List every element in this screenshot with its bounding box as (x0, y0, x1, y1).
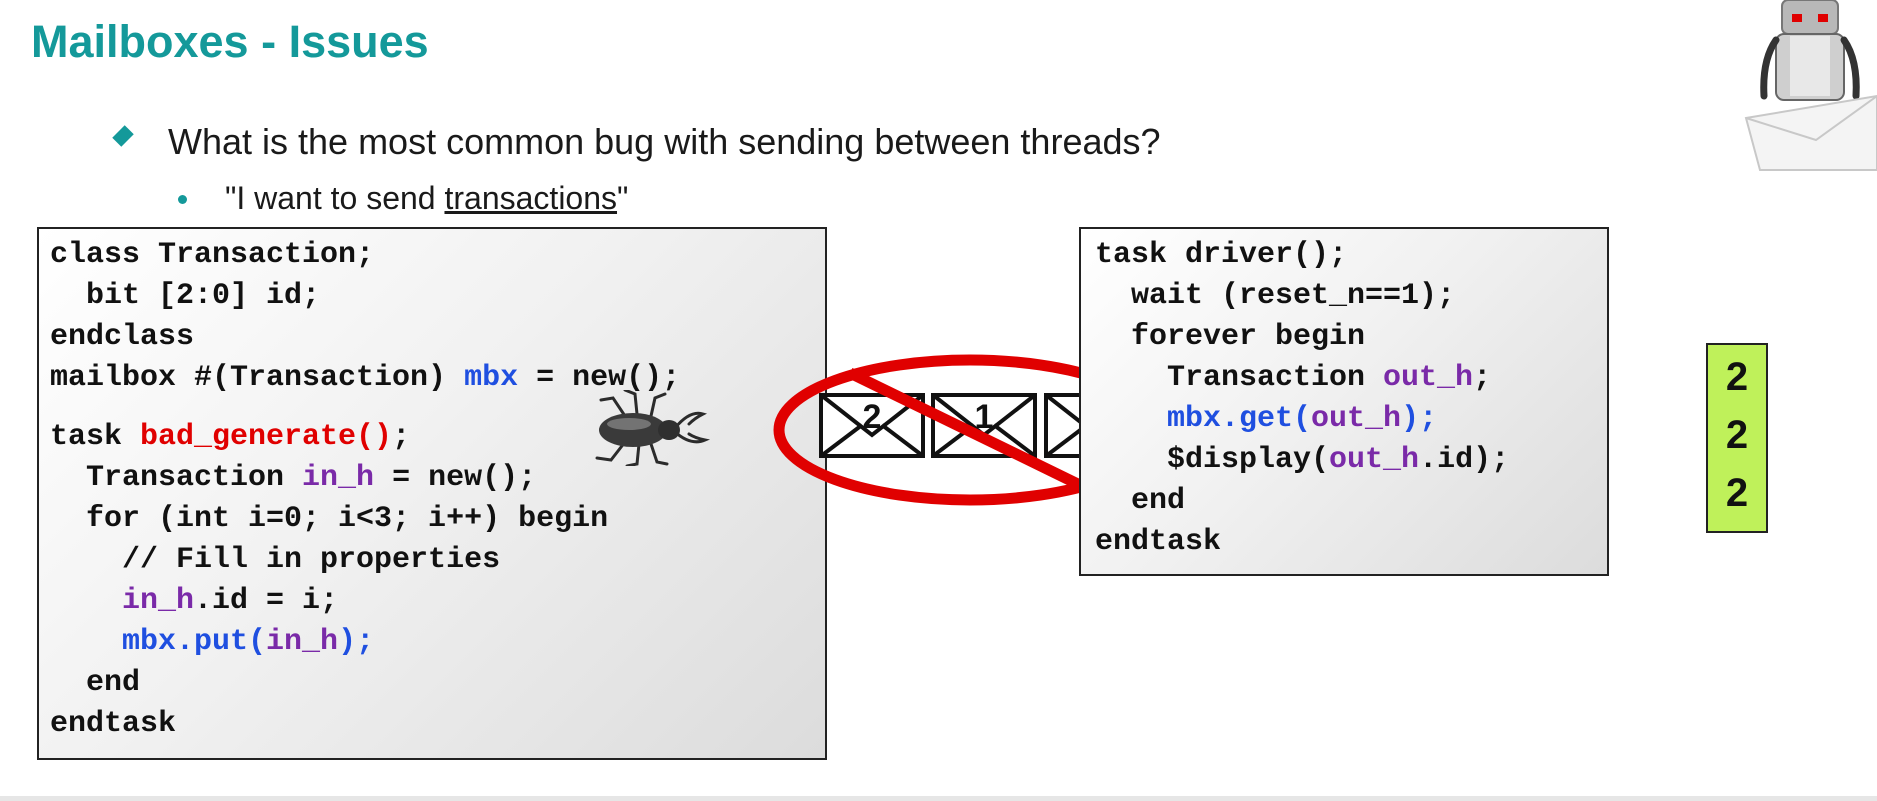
code-line: in_h.id = i; (122, 584, 339, 618)
code-line: $display(out_h.id); (1095, 443, 1510, 477)
driver-code: task driver(); wait (reset_n==1); foreve… (1095, 235, 1509, 563)
stag-beetle-bug-icon (595, 390, 711, 466)
code-line: Transaction out_h; (1095, 361, 1492, 395)
output-value: 2 (1725, 355, 1749, 399)
code-line: end (1095, 484, 1186, 518)
output-value: 2 (1725, 413, 1749, 457)
code-line: endtask (50, 707, 177, 741)
quote-suffix: " (617, 180, 629, 216)
code-line: endtask (1095, 525, 1222, 559)
code-line: wait (reset_n==1); (1095, 279, 1456, 313)
envelope-label: 2 (863, 398, 882, 436)
display-output-box: 2 2 2 (1706, 343, 1768, 533)
bullet-question: What is the most common bug with sending… (168, 121, 1161, 162)
generator-code: class Transaction; bit [2:0] id; endclas… (50, 235, 680, 399)
code-line: task driver(); (1095, 238, 1348, 272)
code-line: task bad_generate(); (50, 420, 411, 454)
code-line: class Transaction; (50, 238, 375, 272)
code-line: mbx.get(out_h); (1167, 402, 1438, 436)
diamond-bullet-icon (112, 125, 134, 147)
quote-underlined: transactions (444, 180, 618, 216)
code-line: for (int i=0; i<3; i++) begin (50, 502, 609, 536)
slide-title: Mailboxes - Issues (31, 16, 429, 67)
code-line: bit [2:0] id; (50, 279, 321, 313)
robot-with-envelope-icon (1744, 0, 1877, 171)
bullet-quote: "I want to send transactions" (225, 180, 628, 217)
code-line: end (50, 666, 141, 700)
footer-strip (0, 796, 1877, 801)
code-line: // Fill in properties (50, 543, 501, 577)
generator-task-code: task bad_generate(); Transaction in_h = … (50, 417, 608, 745)
quote-prefix: "I want to send (225, 180, 445, 216)
code-line: mbx.put(in_h); (122, 625, 375, 659)
code-line: forever begin (1095, 320, 1366, 354)
code-line: Transaction in_h = new(); (50, 461, 537, 495)
output-value: 2 (1725, 471, 1749, 515)
code-line: endclass (50, 320, 195, 354)
dot-bullet-icon (178, 195, 187, 204)
